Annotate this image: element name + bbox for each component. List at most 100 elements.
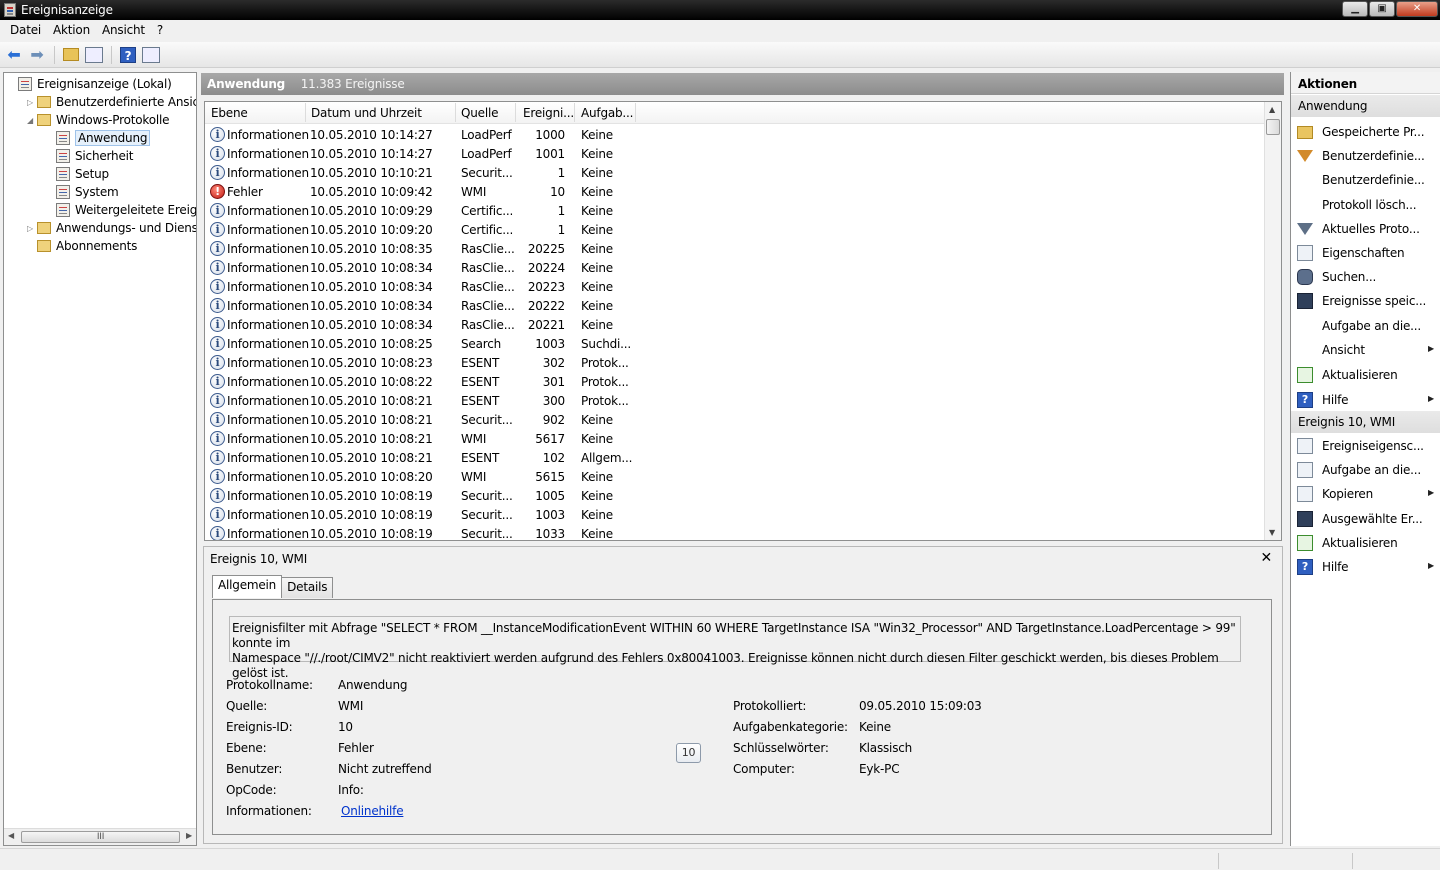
column-header-event-id[interactable]: Ereigni...: [523, 106, 574, 120]
horizontal-scrollbar[interactable]: ◀ III ▶: [4, 828, 196, 845]
scroll-up-icon[interactable]: ▲: [1269, 105, 1275, 114]
event-id-badge[interactable]: 10: [676, 743, 701, 763]
show-hide-tree-icon[interactable]: [83, 44, 105, 66]
table-row[interactable]: i Informationen 10.05.2010 10:08:21 Securit…: [205, 410, 1265, 429]
expand-toggle-icon[interactable]: ▷: [25, 98, 35, 107]
column-header-task[interactable]: Aufgab...: [581, 106, 633, 120]
actions-section-header[interactable]: Anwendung: [1291, 95, 1440, 117]
action-item[interactable]: ? Hilfe ▶: [1291, 389, 1440, 411]
table-row[interactable]: i Informationen 10.05.2010 10:08:34 RasClie…: [205, 296, 1265, 315]
table-row[interactable]: i Informationen 10.05.2010 10:08:34 RasClie…: [205, 315, 1265, 334]
tree-item[interactable]: ▷ Anwendungs- und Dienstprotokolle: [25, 219, 196, 237]
tree-item[interactable]: System: [44, 183, 119, 201]
scroll-right-icon[interactable]: ▶: [186, 831, 192, 840]
event-description[interactable]: Ereignisfilter mit Abfrage "SELECT * FRO…: [229, 616, 1241, 680]
table-row[interactable]: i Informationen 10.05.2010 10:14:27 LoadPer…: [205, 125, 1265, 144]
table-row[interactable]: i Informationen 10.05.2010 10:08:34 RasClie…: [205, 258, 1265, 277]
table-row[interactable]: i Informationen 10.05.2010 10:14:27 LoadPer…: [205, 144, 1265, 163]
tree-item[interactable]: Ereignisanzeige (Lokal): [6, 75, 172, 93]
forward-arrow-icon[interactable]: ➡: [26, 44, 48, 66]
column-header-source[interactable]: Quelle: [461, 106, 498, 120]
tree-item[interactable]: Setup: [44, 165, 109, 183]
action-item[interactable]: Benutzerdefinie...: [1291, 145, 1440, 167]
action-item[interactable]: Ausgewählte Er...: [1291, 508, 1440, 530]
field-value: Keine: [859, 720, 891, 734]
menu-aktion[interactable]: Aktion: [47, 20, 96, 42]
table-row[interactable]: i Informationen 10.05.2010 10:08:23 ESENT 30…: [205, 353, 1265, 372]
table-row[interactable]: i Informationen 10.05.2010 10:09:29 Certifi…: [205, 201, 1265, 220]
scroll-left-icon[interactable]: ◀: [8, 831, 14, 840]
table-row[interactable]: i Informationen 10.05.2010 10:08:34 RasClie…: [205, 277, 1265, 296]
action-item[interactable]: Ereignisse speic...: [1291, 290, 1440, 312]
field-value: Klassisch: [859, 741, 913, 755]
tree-item[interactable]: Sicherheit: [44, 147, 133, 165]
table-row[interactable]: i Informationen 10.05.2010 10:08:21 ESENT 30…: [205, 391, 1265, 410]
event-viewer-icon: [4, 3, 16, 17]
tab-allgemein[interactable]: Allgemein: [212, 575, 283, 598]
show-hide-actions-icon[interactable]: [140, 44, 162, 66]
info-icon: i: [210, 298, 225, 313]
column-header-datetime[interactable]: Datum und Uhrzeit: [311, 106, 422, 120]
cell-level: Informationen: [227, 356, 309, 370]
tree-item[interactable]: Weitergeleitete Ereignisse: [44, 201, 196, 219]
table-row[interactable]: ! Fehler 10.05.2010 10:09:42 WMI 10 Keine: [205, 182, 1265, 201]
action-item[interactable]: Aufgabe an die...: [1291, 459, 1440, 481]
action-item[interactable]: Eigenschaften: [1291, 242, 1440, 264]
vertical-scrollbar[interactable]: ▲ ▼: [1264, 102, 1281, 540]
tree-item[interactable]: Anwendung: [44, 129, 151, 147]
menu-help[interactable]: ?: [151, 20, 169, 42]
action-item[interactable]: Benutzerdefinie...: [1291, 169, 1440, 191]
action-item[interactable]: Ansicht ▶: [1291, 339, 1440, 361]
scroll-thumb[interactable]: III: [21, 831, 180, 843]
action-item[interactable]: Gespeicherte Pr...: [1291, 121, 1440, 143]
action-item[interactable]: Ereigniseigensc...: [1291, 435, 1440, 457]
tree-item[interactable]: Abonnements: [25, 237, 137, 255]
table-row[interactable]: i Informationen 10.05.2010 10:09:20 Certifi…: [205, 220, 1265, 239]
actions-section-header[interactable]: Ereignis 10, WMI: [1291, 411, 1440, 433]
menu-datei[interactable]: Datei: [4, 20, 47, 42]
action-item[interactable]: Aktualisieren: [1291, 532, 1440, 554]
action-item[interactable]: ? Hilfe ▶: [1291, 556, 1440, 578]
action-item[interactable]: Protokoll lösch...: [1291, 194, 1440, 216]
menu-ansicht[interactable]: Ansicht: [96, 20, 151, 42]
table-row[interactable]: i Informationen 10.05.2010 10:08:19 Securit…: [205, 486, 1265, 505]
field-label: Quelle:: [226, 699, 268, 713]
table-row[interactable]: i Informationen 10.05.2010 10:08:22 ESENT 30…: [205, 372, 1265, 391]
maximize-button[interactable]: ▣: [1369, 1, 1395, 17]
online-help-link[interactable]: Onlinehilfe: [341, 804, 404, 818]
table-row[interactable]: i Informationen 10.05.2010 10:08:21 WMI 5617…: [205, 429, 1265, 448]
expand-toggle-icon[interactable]: ◢: [25, 116, 35, 125]
table-row[interactable]: i Informationen 10.05.2010 10:08:35 RasClie…: [205, 239, 1265, 258]
help-icon[interactable]: ?: [117, 44, 139, 66]
action-label: Aufgabe an die...: [1322, 463, 1421, 478]
cell-task: Keine: [581, 413, 613, 427]
up-folder-icon[interactable]: [60, 44, 82, 66]
table-row[interactable]: i Informationen 10.05.2010 10:08:20 WMI 5615…: [205, 467, 1265, 486]
expand-toggle-icon[interactable]: ▷: [25, 224, 35, 233]
table-row[interactable]: i Informationen 10.05.2010 10:08:21 ESENT 10…: [205, 448, 1265, 467]
log-header: Anwendung 11.383 Ereignisse: [201, 73, 1284, 95]
action-item[interactable]: Aufgabe an die...: [1291, 315, 1440, 337]
tab-details[interactable]: Details: [281, 577, 334, 598]
back-arrow-icon[interactable]: ⬅: [3, 44, 25, 66]
action-item[interactable]: Aktuelles Proto...: [1291, 218, 1440, 240]
title-bar[interactable]: Ereignisanzeige ▁ ▣ ✕: [0, 0, 1440, 20]
tree-item[interactable]: ▷ Benutzerdefinierte Ansichten: [25, 93, 196, 111]
table-row[interactable]: i Informationen 10.05.2010 10:10:21 Securit…: [205, 163, 1265, 182]
close-button[interactable]: ✕: [1396, 1, 1438, 17]
cell-source: Certific...: [461, 204, 514, 218]
scroll-down-icon[interactable]: ▼: [1269, 528, 1275, 537]
action-item[interactable]: Suchen...: [1291, 266, 1440, 288]
close-icon[interactable]: ✕: [1260, 550, 1272, 566]
table-row[interactable]: i Informationen 10.05.2010 10:08:19 Securit…: [205, 524, 1265, 540]
table-row[interactable]: i Informationen 10.05.2010 10:08:25 Search 1…: [205, 334, 1265, 353]
action-item[interactable]: Kopieren ▶: [1291, 483, 1440, 505]
minimize-button[interactable]: ▁: [1342, 1, 1368, 17]
scroll-thumb[interactable]: [1266, 119, 1280, 135]
column-header-level[interactable]: Ebene: [211, 106, 248, 120]
table-row[interactable]: i Informationen 10.05.2010 10:08:19 Securit…: [205, 505, 1265, 524]
tree-item[interactable]: ◢ Windows-Protokolle: [25, 111, 169, 129]
action-item[interactable]: Aktualisieren: [1291, 364, 1440, 386]
cell-event-id: 5617: [535, 432, 565, 446]
info-icon: i: [210, 526, 225, 540]
